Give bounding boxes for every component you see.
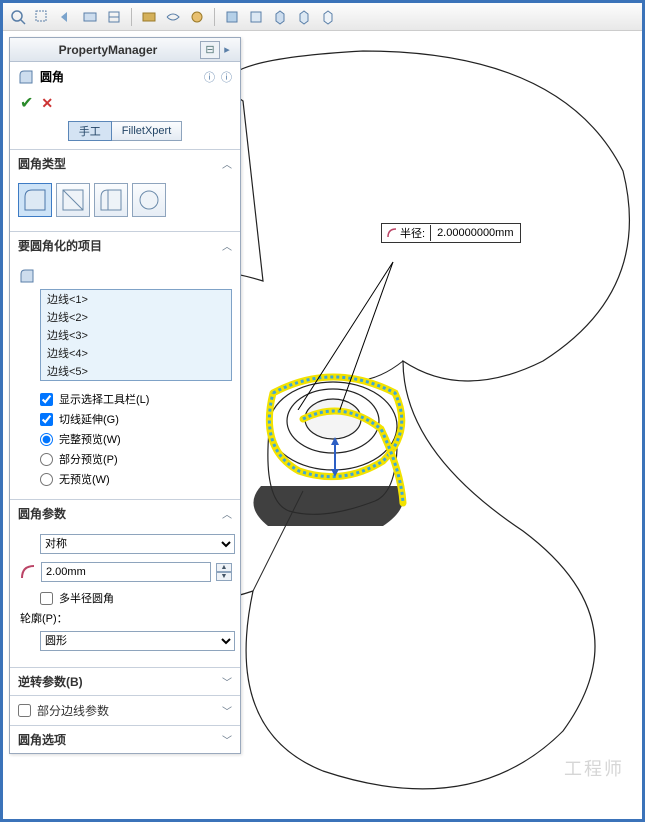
radius-callout[interactable]: 半径: 2.00000000mm [381, 223, 521, 243]
help2-icon[interactable]: ⓘ [221, 69, 232, 85]
edge-select-icon [18, 267, 36, 285]
chevron-down-icon: ﹀ [222, 703, 232, 718]
chevron-down-icon: ﹀ [222, 674, 232, 689]
prev-view-icon[interactable] [57, 8, 75, 26]
list-item[interactable]: 边线<4> [41, 344, 231, 362]
params-header[interactable]: 圆角参数︿ [10, 500, 240, 527]
no-preview-radio[interactable]: 无预览(W) [18, 469, 232, 489]
list-item[interactable]: 边线<5> [41, 362, 231, 380]
profile-select[interactable]: 圆形 [40, 631, 235, 651]
box3-icon[interactable] [319, 8, 337, 26]
radius-icon [387, 228, 397, 238]
items-header[interactable]: 要圆角化的项目︿ [10, 232, 240, 259]
partial-preview-radio[interactable]: 部分预览(P) [18, 449, 232, 469]
section-icon[interactable] [81, 8, 99, 26]
callout-label: 半径: [382, 225, 431, 241]
full-round-button[interactable] [132, 183, 166, 217]
edit-appear-icon[interactable] [188, 8, 206, 26]
variable-fillet-button[interactable] [56, 183, 90, 217]
view-settings-icon[interactable] [247, 8, 265, 26]
profile-label: 轮廓(P)： [18, 608, 232, 628]
reverse-params-header[interactable]: 逆转参数(B)﹀ [10, 668, 240, 695]
partial-edge-checkbox-row[interactable]: 部分边线参数﹀ [10, 696, 240, 725]
fillet-icon [18, 69, 34, 85]
box2-icon[interactable] [295, 8, 313, 26]
box1-icon[interactable] [271, 8, 289, 26]
spin-down-icon: ▼ [216, 572, 232, 581]
fillet-type-header[interactable]: 圆角类型︿ [10, 150, 240, 177]
list-item[interactable]: 边线<1> [41, 290, 231, 308]
manual-mode-button[interactable]: 手工 [68, 121, 112, 141]
feature-name: 圆角 [40, 68, 64, 85]
callout-value[interactable]: 2.00000000mm [431, 227, 519, 239]
full-preview-radio[interactable]: 完整预览(W) [18, 429, 232, 449]
filletxpert-mode-button[interactable]: FilletXpert [112, 121, 183, 141]
list-item[interactable]: 边线<3> [41, 326, 231, 344]
display-style-icon[interactable] [140, 8, 158, 26]
top-toolbar [3, 3, 642, 31]
ok-button[interactable]: ✔ [20, 93, 33, 113]
chevron-down-icon: ﹀ [222, 732, 232, 747]
view-orient-icon[interactable] [105, 8, 123, 26]
constant-fillet-button[interactable] [18, 183, 52, 217]
tangent-prop-checkbox[interactable]: 切线延伸(G) [18, 409, 232, 429]
radius-input[interactable] [41, 562, 211, 582]
expand-icon[interactable]: ▸ [220, 43, 234, 56]
pm-header: PropertyManager ⊟ ▸ [10, 38, 240, 62]
list-item[interactable]: 边线<2> [41, 308, 231, 326]
symmetry-select[interactable]: 对称 [40, 534, 235, 554]
apply-scene-icon[interactable] [223, 8, 241, 26]
help-icon[interactable]: ⓘ [204, 69, 215, 85]
pm-title: PropertyManager [16, 43, 200, 57]
chevron-up-icon: ︿ [222, 506, 232, 521]
show-toolbar-checkbox[interactable]: 显示选择工具栏(L) [18, 389, 232, 409]
chevron-up-icon: ︿ [222, 156, 232, 171]
radius-icon [20, 564, 36, 580]
cancel-button[interactable]: ✕ [41, 95, 53, 112]
multi-radius-checkbox[interactable]: 多半径圆角 [18, 588, 232, 608]
edge-selection-list[interactable]: 边线<1> 边线<2> 边线<3> 边线<4> 边线<5> 边线<6> [40, 289, 232, 381]
radius-spinner[interactable]: ▲▼ [216, 563, 232, 581]
property-manager-panel: PropertyManager ⊟ ▸ 圆角 ⓘ ⓘ ✔ ✕ 手工 Fillet… [9, 37, 241, 754]
hide-show-icon[interactable] [164, 8, 182, 26]
face-fillet-button[interactable] [94, 183, 128, 217]
fillet-options-header[interactable]: 圆角选项﹀ [10, 726, 240, 753]
spin-up-icon: ▲ [216, 563, 232, 572]
zoom-fit-icon[interactable] [9, 8, 27, 26]
chevron-up-icon: ︿ [222, 238, 232, 253]
pin-icon[interactable]: ⊟ [200, 41, 220, 59]
zoom-area-icon[interactable] [33, 8, 51, 26]
list-item[interactable]: 边线<6> [41, 380, 231, 381]
